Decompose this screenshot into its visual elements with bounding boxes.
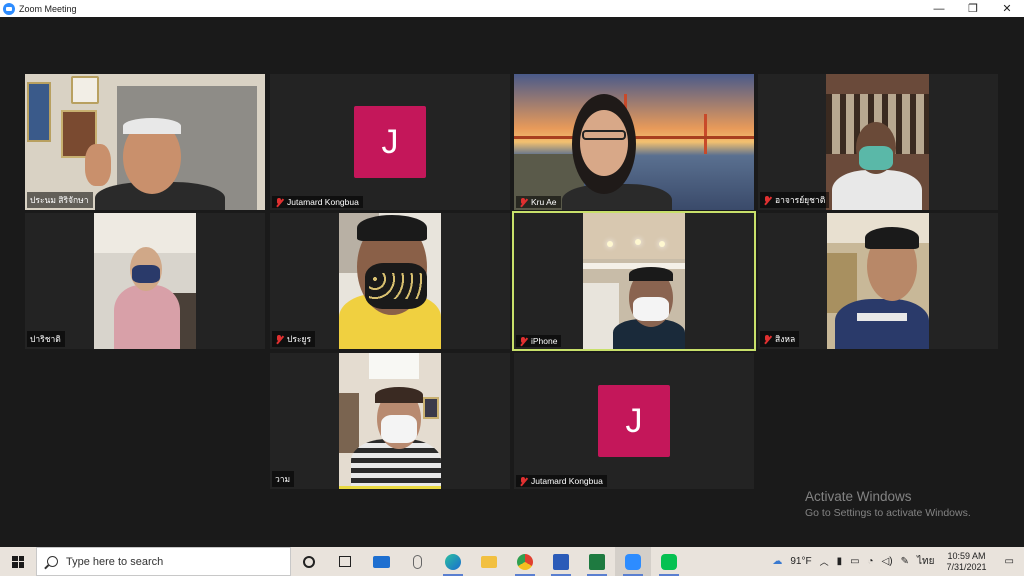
system-tray: ☁ 91°F ︿ ▮ ▭ ◔ ◁) ✎ ไทย 10:59 AM 7/31/20… xyxy=(768,547,1024,576)
excel-icon xyxy=(589,553,605,570)
battery-icon[interactable]: ▭ xyxy=(846,556,863,567)
weather-temperature[interactable]: 91°F xyxy=(786,556,815,567)
participant-name: Jutamard Kongbua xyxy=(272,196,363,208)
search-input[interactable] xyxy=(66,555,266,568)
mouse-app-button[interactable] xyxy=(399,547,435,576)
video-bottom-bar xyxy=(339,486,441,489)
participant-avatar: J xyxy=(354,106,426,178)
notification-icon[interactable]: ▭ xyxy=(995,556,1024,567)
windows-logo-icon xyxy=(12,555,24,568)
participant-video xyxy=(94,213,196,349)
mic-muted-icon xyxy=(519,197,527,207)
title-bar: Zoom Meeting — ❐ ✕ xyxy=(0,0,1024,17)
mic-muted-icon xyxy=(519,336,527,346)
folder-icon xyxy=(481,555,497,568)
mic-muted-icon xyxy=(763,334,771,344)
cortana-button[interactable] xyxy=(291,547,327,576)
zoom-app-icon xyxy=(3,2,15,15)
edge-icon xyxy=(445,553,461,570)
participant-video xyxy=(514,74,754,210)
word-button[interactable] xyxy=(543,547,579,576)
pen-icon[interactable]: ✎ xyxy=(897,556,913,567)
taskbar-search[interactable] xyxy=(36,547,291,576)
line-button[interactable] xyxy=(651,547,687,576)
window-title: Zoom Meeting xyxy=(19,3,77,14)
participant-tile[interactable]: J Jutamard Kongbua xyxy=(270,74,510,210)
windows-taskbar: ☁ 91°F ︿ ▮ ▭ ◔ ◁) ✎ ไทย 10:59 AM 7/31/20… xyxy=(0,547,1024,576)
weather-icon[interactable]: ☁ xyxy=(768,556,786,567)
mouse-icon xyxy=(412,554,422,569)
mic-muted-icon xyxy=(763,195,771,205)
mic-muted-icon xyxy=(519,476,527,486)
clock-date: 7/31/2021 xyxy=(946,561,987,572)
mic-muted-icon xyxy=(275,197,283,207)
participant-tile[interactable]: Kru Ae xyxy=(514,74,754,210)
mail-button[interactable] xyxy=(363,547,399,576)
participant-video xyxy=(827,213,929,349)
participant-tile[interactable]: J Jutamard Kongbua xyxy=(514,353,754,489)
task-view-icon xyxy=(339,556,351,567)
chevron-up-icon[interactable]: ︿ xyxy=(816,555,833,568)
participant-name: Jutamard Kongbua xyxy=(516,475,607,487)
language-indicator[interactable]: ไทย xyxy=(913,554,938,569)
start-button[interactable] xyxy=(0,547,36,576)
microphone-icon[interactable]: ▮ xyxy=(833,556,847,567)
participant-name: วาม xyxy=(272,471,295,487)
mic-muted-icon xyxy=(275,334,283,344)
participant-name: ปาริชาติ xyxy=(27,331,65,347)
participant-tile[interactable]: วาม xyxy=(270,353,510,489)
activate-windows-watermark: Activate Windows Go to Settings to activ… xyxy=(805,489,971,519)
participant-tile[interactable]: ประยูร xyxy=(270,213,510,349)
taskbar-clock[interactable]: 10:59 AM 7/31/2021 xyxy=(939,551,995,573)
line-icon xyxy=(661,553,677,570)
participant-tile[interactable]: ประนม สิริจักษา xyxy=(25,74,265,210)
window-controls: — ❐ ✕ xyxy=(922,0,1024,17)
excel-button[interactable] xyxy=(579,547,615,576)
restore-button[interactable]: ❐ xyxy=(956,0,990,17)
participant-tile[interactable]: อาจารย์ยุชาติ xyxy=(758,74,998,210)
participant-name: iPhone xyxy=(516,335,562,347)
minimize-button[interactable]: — xyxy=(922,0,956,17)
participant-video xyxy=(583,213,685,349)
zoom-button[interactable] xyxy=(615,547,651,576)
close-button[interactable]: ✕ xyxy=(990,0,1024,17)
watermark-subtitle: Go to Settings to activate Windows. xyxy=(805,507,971,519)
chrome-icon xyxy=(517,553,533,570)
word-icon xyxy=(553,553,569,570)
participant-name: สิงหล xyxy=(760,331,800,347)
clock-time: 10:59 AM xyxy=(947,550,986,561)
participant-video xyxy=(826,74,929,210)
cortana-icon xyxy=(303,555,315,568)
participant-name: ประนม สิริจักษา xyxy=(27,192,93,208)
participant-tile[interactable]: สิงหล xyxy=(758,213,998,349)
participant-name: อาจารย์ยุชาติ xyxy=(760,192,830,208)
task-view-button[interactable] xyxy=(327,547,363,576)
participant-tile-active-speaker[interactable]: iPhone xyxy=(512,211,756,351)
mail-icon xyxy=(372,555,390,568)
chrome-button[interactable] xyxy=(507,547,543,576)
participant-video xyxy=(339,353,441,489)
wifi-icon[interactable]: ◔ xyxy=(864,556,878,567)
zoom-icon xyxy=(625,553,641,570)
file-explorer-button[interactable] xyxy=(471,547,507,576)
participant-name: ประยูร xyxy=(272,331,316,347)
watermark-title: Activate Windows xyxy=(805,489,912,504)
search-icon xyxy=(47,556,58,567)
volume-icon[interactable]: ◁) xyxy=(878,556,897,567)
participant-tile[interactable]: ปาริชาติ xyxy=(25,213,265,349)
gallery-view: ประนม สิริจักษา J Jutamard Kongbua Kru A… xyxy=(0,17,1024,547)
edge-button[interactable] xyxy=(435,547,471,576)
participant-video xyxy=(25,74,265,210)
participant-video xyxy=(339,213,441,349)
participant-avatar: J xyxy=(598,385,670,457)
participant-name: Kru Ae xyxy=(516,196,561,208)
